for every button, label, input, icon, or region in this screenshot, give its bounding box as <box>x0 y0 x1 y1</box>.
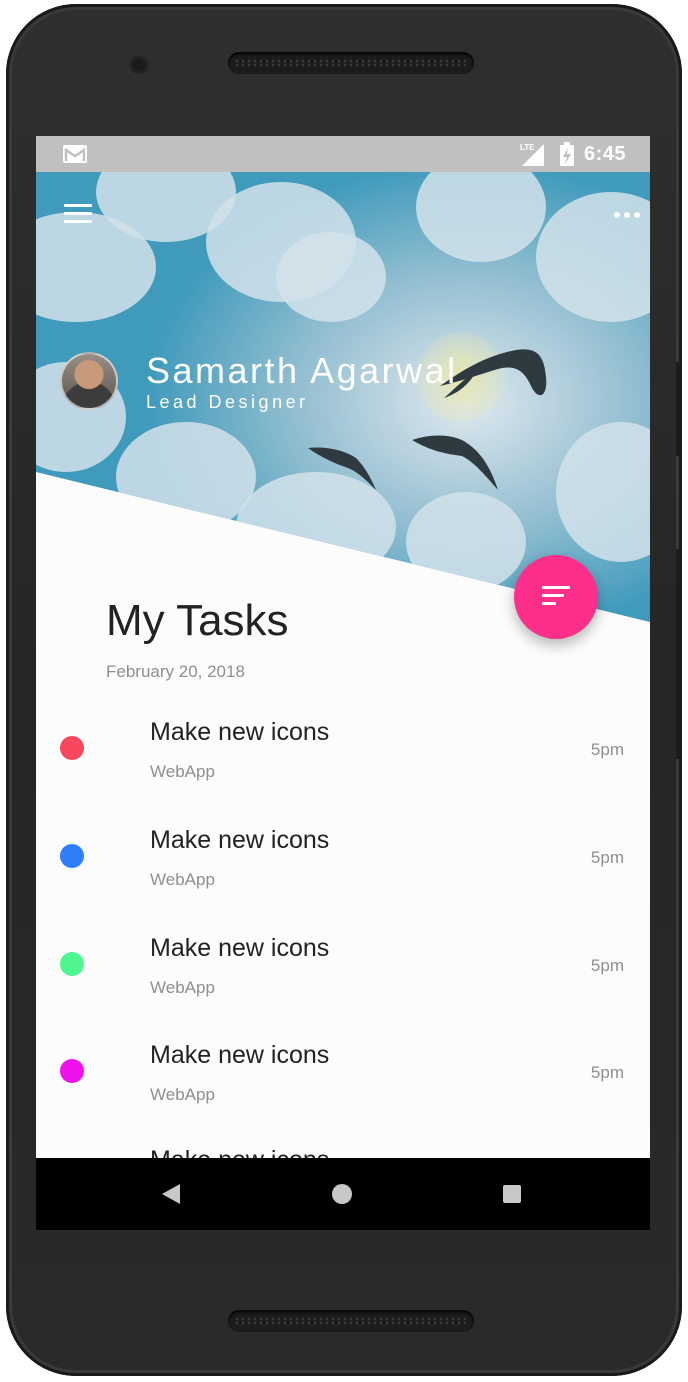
user-role: Lead Designer <box>146 392 309 412</box>
task-subtitle: WebApp <box>150 762 215 781</box>
task-color-dot <box>60 952 84 976</box>
more-horizontal-icon[interactable] <box>614 212 640 218</box>
gmail-icon <box>63 145 87 163</box>
task-item[interactable]: Make new icons WebApp 5pm <box>36 926 650 1034</box>
recents-icon[interactable] <box>503 1185 521 1203</box>
sort-fab-button[interactable] <box>514 555 598 639</box>
sort-filter-icon <box>542 594 564 597</box>
top-speaker <box>228 52 474 74</box>
lte-signal-icon: LTE <box>520 142 544 166</box>
task-subtitle: WebApp <box>150 978 215 997</box>
home-icon[interactable] <box>332 1184 352 1204</box>
task-title: Make new icons <box>150 826 330 854</box>
task-time: 5pm <box>590 1063 624 1082</box>
task-color-dot <box>60 844 84 868</box>
hamburger-menu-icon[interactable] <box>64 204 92 224</box>
power-button <box>676 362 682 456</box>
bottom-speaker <box>228 1310 474 1332</box>
task-time: 5pm <box>590 848 624 867</box>
task-item[interactable]: Make new icons WebApp 5pm <box>36 818 650 926</box>
system-nav-bar <box>36 1158 650 1230</box>
task-item[interactable]: Make new icons WebApp 5pm <box>36 710 650 818</box>
task-subtitle: WebApp <box>150 870 215 889</box>
task-time: 5pm <box>590 956 624 975</box>
sort-filter-icon <box>542 586 570 589</box>
page-title: My Tasks <box>106 596 289 645</box>
back-icon[interactable] <box>162 1184 180 1204</box>
battery-charging-icon <box>560 142 574 166</box>
task-color-dot <box>60 736 84 760</box>
screen: LTE 6:45 Samarth Agarwal Lead Designer M… <box>36 136 650 1230</box>
task-subtitle: WebApp <box>150 1085 215 1104</box>
task-item[interactable]: Make new icons WebApp 5pm <box>36 1033 650 1141</box>
user-name: Samarth Agarwal <box>146 350 458 391</box>
avatar[interactable] <box>60 352 118 410</box>
sort-filter-icon <box>542 602 556 605</box>
tasks-date: February 20, 2018 <box>106 662 245 681</box>
volume-button <box>676 549 682 759</box>
task-title: Make new icons <box>150 1041 330 1069</box>
front-camera <box>130 56 148 74</box>
svg-text:LTE: LTE <box>520 143 535 152</box>
task-title: Make new icons <box>150 718 330 746</box>
task-title: Make new icons <box>150 934 330 962</box>
status-time: 6:45 <box>584 143 627 165</box>
task-time: 5pm <box>590 740 624 759</box>
status-bar: LTE 6:45 <box>36 136 650 172</box>
task-color-dot <box>60 1059 84 1083</box>
